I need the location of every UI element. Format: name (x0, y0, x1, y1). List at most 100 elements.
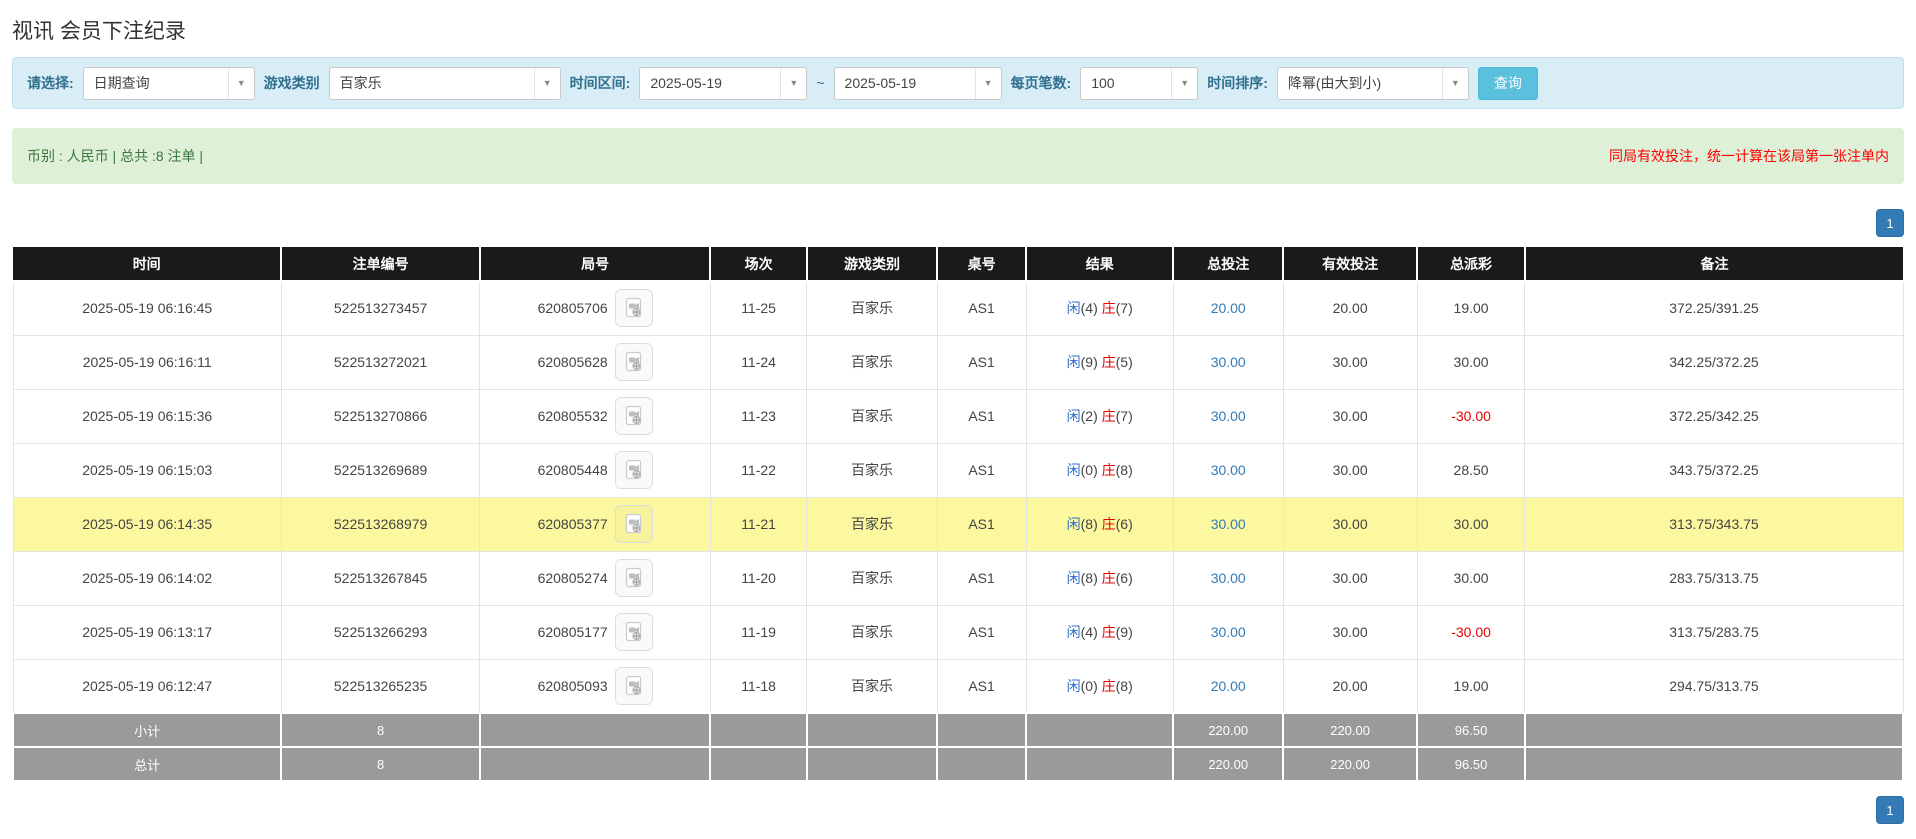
video-replay-button[interactable] (614, 397, 653, 435)
cell-round-id: 620805706 (479, 280, 711, 336)
grand-total-label: 总计 (11, 746, 283, 782)
result-player-points: (9) (1080, 354, 1102, 370)
subtotal-total-bet: 220.00 (1172, 712, 1285, 748)
video-replay-button[interactable] (614, 451, 653, 489)
grand-total-valid-bet: 220.00 (1282, 746, 1419, 782)
cell-remark: 294.75/313.75 (1524, 658, 1904, 714)
total-bet-link[interactable]: 30.00 (1211, 570, 1246, 586)
cell-session: 11-22 (709, 442, 808, 498)
cell-total-bet: 30.00 (1172, 442, 1284, 498)
date-from-select[interactable]: 2025-05-19 ▼ (639, 66, 808, 100)
subtotal-count: 8 (280, 712, 481, 748)
cell-valid-bet: 30.00 (1282, 334, 1418, 390)
date-to-value: 2025-05-19 (844, 75, 917, 91)
table-row[interactable]: 2025-05-19 06:14:35 522513268979 620805377… (12, 496, 1904, 552)
result-player-label: 闲 (1066, 570, 1081, 586)
result-player-label: 闲 (1066, 624, 1081, 640)
table-row[interactable]: 2025-05-19 06:12:47 522513265235 620805093… (12, 658, 1904, 714)
video-replay-button[interactable] (614, 289, 653, 328)
total-bet-link[interactable]: 30.00 (1211, 624, 1246, 640)
table-row[interactable]: 2025-05-19 06:15:03 522513269689 620805448… (12, 442, 1904, 498)
cell-round-id: 620805093 (479, 658, 711, 714)
chevron-down-icon: ▼ (780, 67, 806, 99)
total-bet-link[interactable]: 30.00 (1211, 354, 1246, 370)
cell-payout: 28.50 (1416, 442, 1526, 498)
round-id-value: 620805706 (537, 300, 608, 317)
cell-game-type: 百家乐 (806, 280, 938, 336)
cell-payout: 19.00 (1416, 280, 1526, 336)
grand-total-empty (1523, 746, 1905, 782)
search-button[interactable]: 查询 (1477, 66, 1538, 100)
grand-total-empty (936, 746, 1027, 782)
cell-time: 2025-05-19 06:15:03 (12, 442, 282, 498)
cell-bet-id: 522513270866 (280, 388, 481, 444)
date-to-select[interactable]: 2025-05-19 ▼ (833, 66, 1002, 100)
video-file-icon (625, 351, 641, 372)
cell-table-no: AS1 (936, 388, 1027, 444)
cell-time: 2025-05-19 06:14:35 (12, 496, 282, 552)
total-bet-link[interactable]: 20.00 (1211, 678, 1246, 694)
cell-payout: 30.00 (1416, 334, 1526, 390)
result-banker-points: (8) (1115, 462, 1133, 478)
page-size-select[interactable]: 100 ▼ (1080, 66, 1199, 100)
round-id-value: 620805093 (537, 677, 608, 694)
header-total-bet: 总投注 (1173, 247, 1285, 282)
header-result: 结果 (1026, 247, 1175, 282)
video-file-icon (625, 298, 641, 318)
table-row[interactable]: 2025-05-19 06:16:11 522513272021 620805628… (12, 334, 1904, 390)
table-row[interactable]: 2025-05-19 06:16:45 522513273457 620805706… (12, 280, 1904, 336)
total-bet-link[interactable]: 30.00 (1211, 516, 1246, 532)
cell-total-bet: 20.00 (1172, 658, 1284, 714)
total-bet-link[interactable]: 30.00 (1211, 408, 1246, 424)
cell-time: 2025-05-19 06:16:11 (12, 334, 282, 390)
video-replay-button[interactable] (614, 343, 653, 381)
result-player-label: 闲 (1066, 462, 1081, 478)
cell-remark: 343.75/372.25 (1524, 442, 1904, 498)
cell-time: 2025-05-19 06:13:17 (12, 604, 282, 660)
video-file-icon (625, 567, 641, 588)
cell-session: 11-19 (709, 604, 808, 660)
page-1-button[interactable]: 1 (1876, 796, 1904, 824)
header-valid-bet: 有效投注 (1283, 247, 1419, 282)
query-type-select[interactable]: 日期查询 ▼ (82, 66, 255, 100)
game-type-label: 游戏类别 (263, 75, 320, 91)
cell-time: 2025-05-19 06:16:45 (12, 280, 282, 336)
cell-session: 11-24 (709, 334, 808, 390)
cell-result: 闲(8) 庄(6) (1025, 550, 1174, 606)
cell-table-no: AS1 (936, 334, 1027, 390)
result-banker-points: (6) (1115, 570, 1133, 586)
total-bet-link[interactable]: 20.00 (1211, 300, 1246, 316)
table-row[interactable]: 2025-05-19 06:15:36 522513270866 620805532… (12, 388, 1904, 444)
cell-table-no: AS1 (936, 496, 1027, 552)
sort-order-value: 降幂(由大到小) (1287, 75, 1382, 91)
table-row[interactable]: 2025-05-19 06:13:17 522513266293 620805177… (12, 604, 1904, 660)
cell-payout: -30.00 (1416, 388, 1526, 444)
cell-time: 2025-05-19 06:15:36 (12, 388, 282, 444)
table-row[interactable]: 2025-05-19 06:14:02 522513267845 620805274… (12, 550, 1904, 606)
header-payout: 总派彩 (1417, 247, 1526, 282)
date-from-value: 2025-05-19 (650, 75, 722, 91)
cell-valid-bet: 20.00 (1282, 280, 1418, 336)
cell-game-type: 百家乐 (806, 442, 938, 498)
game-type-select[interactable]: 百家乐 ▼ (328, 66, 561, 100)
video-replay-button[interactable] (614, 613, 653, 651)
total-bet-link[interactable]: 30.00 (1211, 462, 1246, 478)
video-replay-button[interactable] (614, 666, 653, 705)
cell-result: 闲(2) 庄(7) (1025, 388, 1174, 444)
grand-total-total-bet: 220.00 (1172, 746, 1285, 782)
round-id-group: 620805628 (538, 343, 653, 381)
cell-round-id: 620805628 (479, 334, 711, 390)
sort-order-select[interactable]: 降幂(由大到小) ▼ (1276, 66, 1469, 100)
date-range-separator: ~ (816, 75, 825, 91)
grand-total-empty (1024, 746, 1175, 782)
video-replay-button[interactable] (614, 505, 653, 543)
page-1-button[interactable]: 1 (1876, 209, 1904, 237)
cell-bet-id: 522513273457 (280, 280, 481, 336)
page-title: 视讯 会员下注纪录 (12, 20, 186, 43)
page-size-value: 100 (1091, 75, 1115, 91)
cell-valid-bet: 30.00 (1282, 388, 1418, 444)
grand-total-count: 8 (280, 746, 481, 782)
cell-round-id: 620805377 (479, 496, 711, 552)
video-replay-button[interactable] (614, 559, 653, 597)
result-player-label: 闲 (1066, 677, 1081, 694)
